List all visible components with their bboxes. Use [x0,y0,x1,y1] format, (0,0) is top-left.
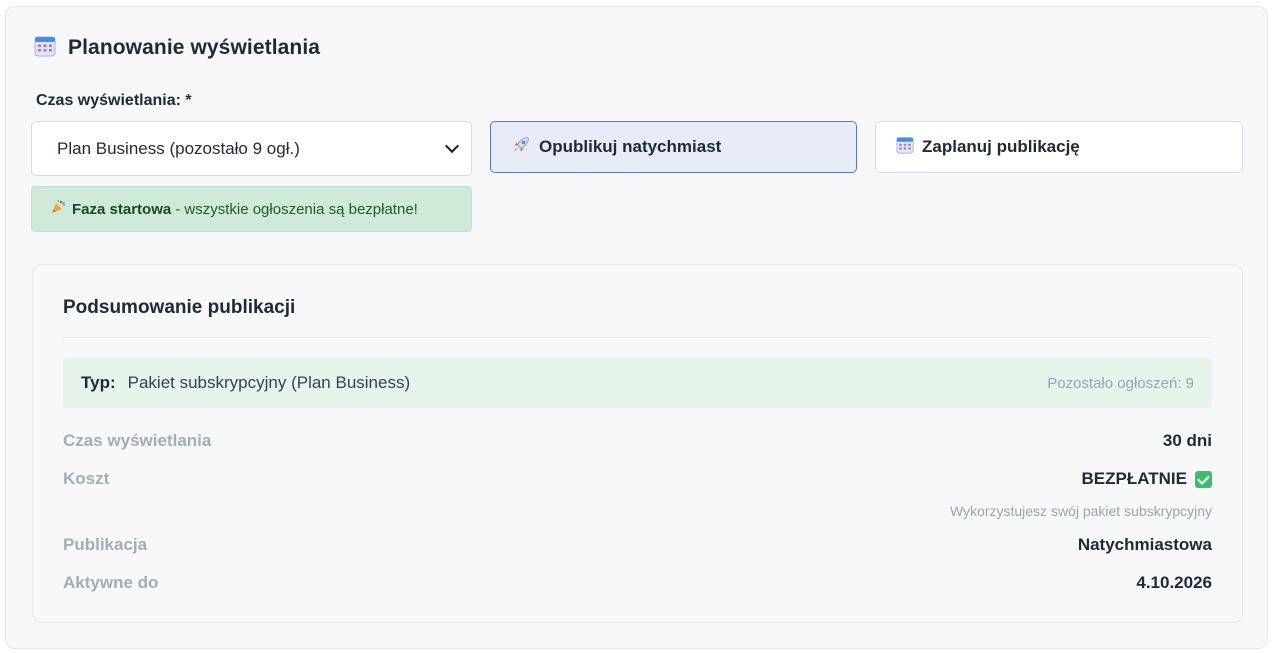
row-value: 4.10.2026 [1136,573,1212,592]
party-popper-icon [50,199,66,219]
row-key: Aktywne do [63,573,159,592]
duration-select-value: Plan Business (pozostało 9 ogł.) [57,138,300,158]
cost-note: Wykorzystujesz swój pakiet subskrypcyjny [949,503,1212,519]
launch-phase-alert: Faza startowa - wszystkie ogłoszenia są … [31,186,472,232]
summary-title: Podsumowanie publikacji [63,297,296,318]
type-value: Pakiet subskrypcyjny (Plan Business) [127,373,411,392]
duration-label: Czas wyświetlania: * [36,92,192,109]
publication-summary: Podsumowanie publikacji Typ: Pakiet subs… [32,264,1243,623]
calendar-icon [896,136,914,159]
rocket-icon [511,135,531,160]
type-key: Typ: [81,373,116,392]
summary-row-active-until: Aktywne do 4.10.2026 [63,573,1212,593]
row-key: Czas wyświetlania [63,431,212,450]
row-value: 30 dni [1162,431,1212,450]
remaining-count: Pozostało ogłoszeń: 9 [1047,374,1194,392]
summary-row-publication: Publikacja Natychmiastowa [63,535,1212,555]
check-mark-icon [1195,470,1212,488]
summary-row-cost: Koszt BEZPŁATNIE [63,469,1212,489]
calendar-icon [34,35,56,62]
row-key: Koszt [63,469,110,488]
row-key: Publikacja [63,535,148,554]
summary-row-duration: Czas wyświetlania 30 dni [63,431,1212,451]
scheduling-panel: Planowanie wyświetlania Czas wyświetlani… [5,6,1268,649]
publish-now-button[interactable]: Opublikuj natychmiast [490,121,857,173]
cost-value: BEZPŁATNIE [1081,469,1187,488]
chevron-down-icon [444,138,460,154]
row-value: Natychmiastowa [1077,535,1212,554]
type-box: Typ: Pakiet subskrypcyjny (Plan Business… [63,358,1212,408]
page-title: Planowanie wyświetlania [68,36,321,59]
divider [63,337,1212,338]
schedule-label: Zaplanuj publikację [922,137,1080,156]
row-value: BEZPŁATNIE [1082,469,1212,489]
duration-select[interactable]: Plan Business (pozostało 9 ogł.) [31,121,472,176]
publish-now-label: Opublikuj natychmiast [539,137,722,156]
panel-header: Planowanie wyświetlania [34,35,320,61]
alert-title: Faza startowa [72,200,172,218]
alert-text: - wszystkie ogłoszenia są bezpłatne! [175,200,418,218]
schedule-button[interactable]: Zaplanuj publikację [875,121,1243,173]
